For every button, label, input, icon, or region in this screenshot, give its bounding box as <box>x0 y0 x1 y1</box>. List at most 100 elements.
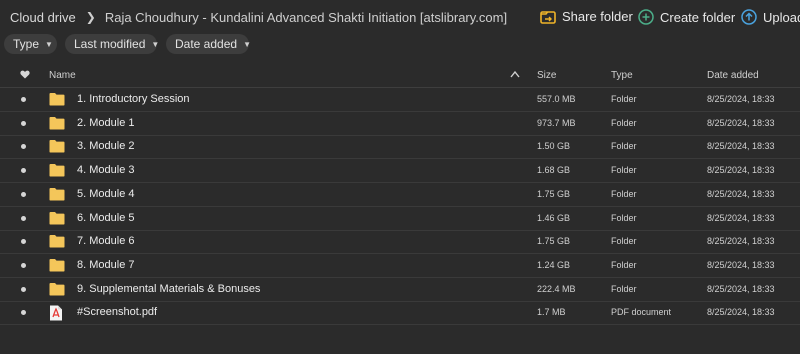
row-name[interactable]: 9. Supplemental Materials & Bonuses <box>77 283 260 295</box>
size-column-header[interactable]: Size <box>537 70 556 81</box>
favourite-dot-icon[interactable] <box>21 191 26 197</box>
type-column-header[interactable]: Type <box>611 70 633 81</box>
pdf-file-icon <box>49 305 63 326</box>
upload-label: Upload... <box>763 9 800 25</box>
favourite-dot-icon[interactable] <box>21 286 26 292</box>
favourite-dot-icon[interactable] <box>21 120 26 126</box>
upload-icon <box>741 9 757 25</box>
row-name[interactable]: 8. Module 7 <box>77 259 134 271</box>
favourite-dot-icon[interactable] <box>21 168 26 174</box>
share-folder-button[interactable]: Share folder <box>540 9 633 24</box>
row-size: 1.68 GB <box>537 165 571 176</box>
favourite-dot-icon[interactable] <box>21 239 26 245</box>
row-size: 557.0 MB <box>537 94 576 104</box>
table-row[interactable]: 6. Module 5 1.46 GB Folder 8/25/2024, 18:33 <box>0 207 800 231</box>
row-type: Folder <box>611 212 637 223</box>
table-row[interactable]: 8. Module 7 1.24 GB Folder 8/25/2024, 18:33 <box>0 254 800 278</box>
table-row[interactable]: 2. Module 1 973.7 MB Folder 8/25/2024, 18:3… <box>0 112 800 136</box>
filter-last-modified-dropdown[interactable]: Last modified ▼ <box>65 34 160 54</box>
folder-icon <box>49 234 65 253</box>
row-date-added: 8/25/2024, 18:33 <box>707 117 775 128</box>
favourite-column-header[interactable] <box>20 70 30 82</box>
table-row[interactable]: 4. Module 3 1.68 GB Folder 8/25/2024, 18:33 <box>0 159 800 184</box>
table-row[interactable]: 3. Module 2 1.50 GB Folder 8/25/2024, 18:33 <box>0 135 800 160</box>
row-size: 1.46 GB <box>537 212 571 223</box>
row-name[interactable]: 5. Module 4 <box>77 188 134 200</box>
filter-bar: Type ▼ Last modified ▼ Date added ▼ <box>0 34 800 56</box>
row-name[interactable]: 4. Module 3 <box>77 164 134 176</box>
row-type: Folder <box>611 283 637 294</box>
row-type: Folder <box>611 236 637 247</box>
create-folder-label: Create folder <box>660 9 736 25</box>
folder-icon <box>49 92 65 111</box>
row-size: 1.75 GB <box>537 236 571 247</box>
row-size: 1.50 GB <box>537 141 571 152</box>
table-header: Name Size Type Date added <box>0 64 800 88</box>
row-date-added: 8/25/2024, 18:33 <box>707 212 775 223</box>
chevron-down-icon: ▼ <box>243 39 251 49</box>
folder-icon <box>49 282 65 301</box>
table-row[interactable]: 5. Module 4 1.75 GB Folder 8/25/2024, 18:33 <box>0 183 800 207</box>
folder-icon <box>49 116 65 135</box>
filter-date-added-dropdown[interactable]: Date added ▼ <box>166 34 251 54</box>
row-type: Folder <box>611 259 637 270</box>
favourite-dot-icon[interactable] <box>21 144 26 150</box>
share-folder-label: Share folder <box>562 9 633 24</box>
row-size: 1.24 GB <box>537 259 571 270</box>
favourite-dot-icon[interactable] <box>21 310 26 316</box>
table-row[interactable]: 7. Module 6 1.75 GB Folder 8/25/2024, 18:33 <box>0 230 800 255</box>
table-row[interactable]: 9. Supplemental Materials & Bonuses 222.4… <box>0 278 800 302</box>
sort-ascending-icon[interactable] <box>510 70 520 81</box>
table-row[interactable]: #Screenshot.pdf 1.7 MB PDF document 8/25/20… <box>0 301 800 326</box>
row-date-added: 8/25/2024, 18:33 <box>707 165 775 176</box>
breadcrumb-root[interactable]: Cloud drive <box>10 10 76 25</box>
row-date-added: 8/25/2024, 18:33 <box>707 236 775 247</box>
favourite-dot-icon[interactable] <box>21 97 26 102</box>
plus-circle-icon <box>638 9 654 25</box>
favourite-dot-icon[interactable] <box>21 215 26 221</box>
folder-icon <box>49 187 65 206</box>
filter-type-label: Type <box>13 37 40 51</box>
folder-icon <box>49 211 65 230</box>
row-date-added: 8/25/2024, 18:33 <box>707 94 775 104</box>
breadcrumb: Cloud drive ❯ Raja Choudhury - Kundalini… <box>0 10 507 25</box>
row-date-added: 8/25/2024, 18:33 <box>707 259 775 270</box>
heart-icon <box>20 70 30 79</box>
row-date-added: 8/25/2024, 18:33 <box>707 188 775 199</box>
row-type: Folder <box>611 117 637 128</box>
name-column-header[interactable]: Name <box>49 70 76 81</box>
row-name[interactable]: 3. Module 2 <box>77 140 134 152</box>
row-type: Folder <box>611 165 637 176</box>
upload-button[interactable]: Upload... <box>741 9 800 25</box>
row-date-added: 8/25/2024, 18:33 <box>707 283 775 294</box>
filter-type-dropdown[interactable]: Type ▼ <box>4 34 57 54</box>
favourite-dot-icon[interactable] <box>21 262 26 268</box>
row-size: 222.4 MB <box>537 283 576 294</box>
filter-modified-label: Last modified <box>74 37 146 51</box>
row-date-added: 8/25/2024, 18:33 <box>707 307 775 318</box>
folder-icon <box>49 163 65 182</box>
row-name[interactable]: #Screenshot.pdf <box>77 306 157 318</box>
row-name[interactable]: 7. Module 6 <box>77 235 134 247</box>
share-folder-icon <box>540 10 556 24</box>
row-name[interactable]: 1. Introductory Session <box>77 93 190 105</box>
table-row[interactable]: 1. Introductory Session 557.0 MB Folder 8/2… <box>0 88 800 112</box>
breadcrumb-current: Raja Choudhury - Kundalini Advanced Shak… <box>104 9 508 25</box>
chevron-right-icon: ❯ <box>85 10 96 24</box>
row-type: Folder <box>611 141 637 152</box>
create-folder-button[interactable]: Create folder <box>638 9 735 25</box>
chevron-down-icon: ▼ <box>151 39 160 49</box>
row-name[interactable]: 6. Module 5 <box>77 212 134 224</box>
row-type: PDF document <box>611 307 672 318</box>
row-date-added: 8/25/2024, 18:33 <box>707 141 775 152</box>
row-type: Folder <box>611 188 637 199</box>
row-type: Folder <box>611 94 637 104</box>
filter-date-label: Date added <box>175 37 238 51</box>
folder-icon <box>49 139 65 158</box>
date-added-column-header[interactable]: Date added <box>707 70 759 81</box>
row-size: 1.75 GB <box>537 188 571 199</box>
folder-icon <box>49 258 65 277</box>
row-size: 973.7 MB <box>537 117 576 128</box>
row-name[interactable]: 2. Module 1 <box>77 117 134 129</box>
chevron-down-icon: ▼ <box>45 39 53 49</box>
